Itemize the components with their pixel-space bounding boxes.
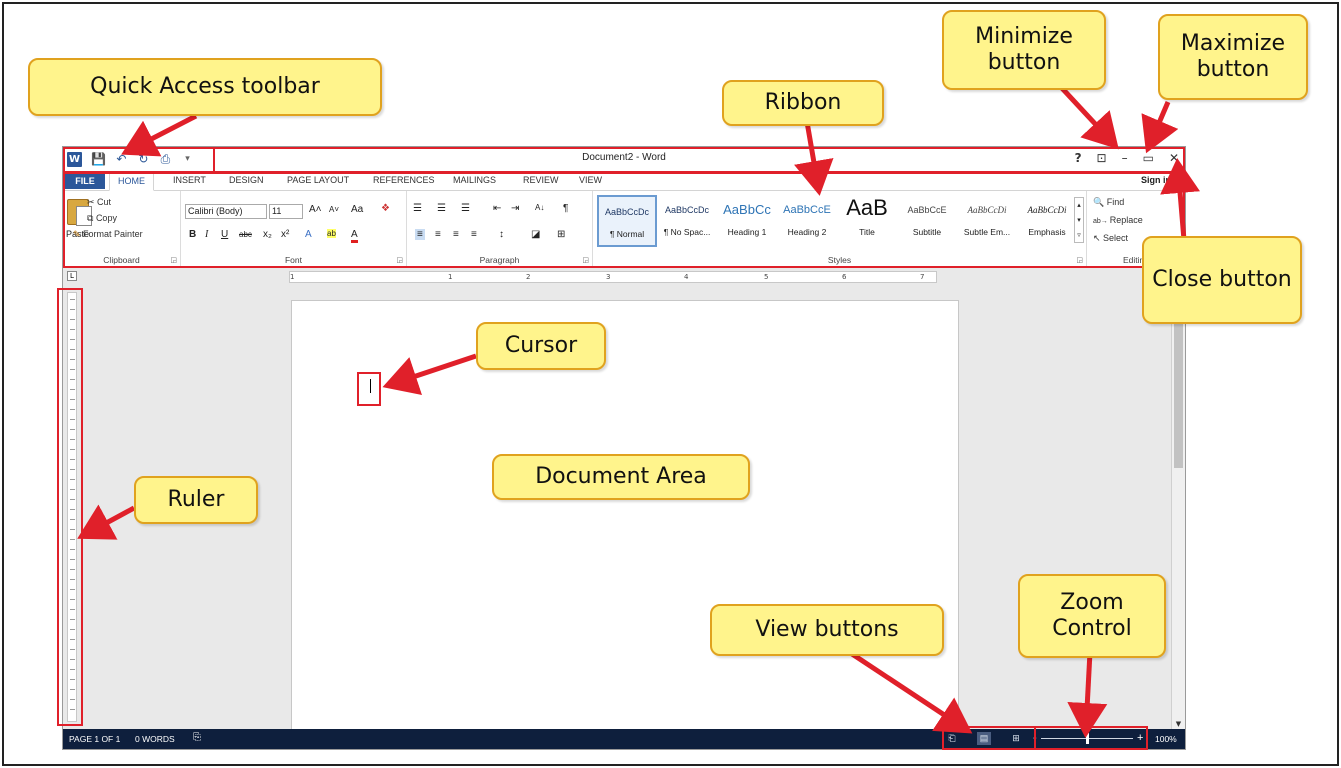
ruler-number: 3 xyxy=(606,273,611,281)
callout-view-buttons: View buttons xyxy=(710,604,944,656)
scroll-down-icon[interactable]: ▼ xyxy=(1174,720,1183,729)
zoom-level[interactable]: 100% xyxy=(1155,734,1177,744)
horizontal-ruler[interactable]: 1 1 2 3 4 5 6 7 xyxy=(289,271,937,283)
page-count[interactable]: PAGE 1 OF 1 xyxy=(69,734,120,744)
callout-ribbon: Ribbon xyxy=(722,80,884,126)
tab-selector-icon[interactable]: L xyxy=(67,271,77,281)
callout-minimize-button: Minimize button xyxy=(942,10,1106,90)
highlight-quick-access-toolbar xyxy=(63,147,215,173)
callout-cursor: Cursor xyxy=(476,322,606,370)
ruler-number: 2 xyxy=(526,273,531,281)
callout-zoom-control: Zoom Control xyxy=(1018,574,1166,658)
highlight-cursor xyxy=(357,372,381,406)
ruler-number: 5 xyxy=(764,273,769,281)
ruler-number: 4 xyxy=(684,273,689,281)
word-count[interactable]: 0 WORDS xyxy=(135,734,175,744)
highlight-zoom-control xyxy=(1034,726,1148,750)
vertical-scrollbar[interactable]: ▼ xyxy=(1171,268,1185,731)
ruler-number: 1 xyxy=(290,273,295,281)
callout-quick-access-toolbar: Quick Access toolbar xyxy=(28,58,382,116)
highlight-view-buttons xyxy=(942,726,1036,750)
callout-maximize-button: Maximize button xyxy=(1158,14,1308,100)
ruler-number: 7 xyxy=(920,273,925,281)
highlight-ruler xyxy=(57,288,83,726)
callout-document-area: Document Area xyxy=(492,454,750,500)
callout-ruler: Ruler xyxy=(134,476,258,524)
ruler-number: 1 xyxy=(448,273,453,281)
ruler-number: 6 xyxy=(842,273,847,281)
highlight-titlebar xyxy=(213,147,1185,173)
proofing-icon[interactable]: ⎘ xyxy=(193,732,201,743)
callout-close-button: Close button xyxy=(1142,236,1302,324)
highlight-ribbon xyxy=(63,172,1185,268)
document-page[interactable] xyxy=(291,300,959,740)
